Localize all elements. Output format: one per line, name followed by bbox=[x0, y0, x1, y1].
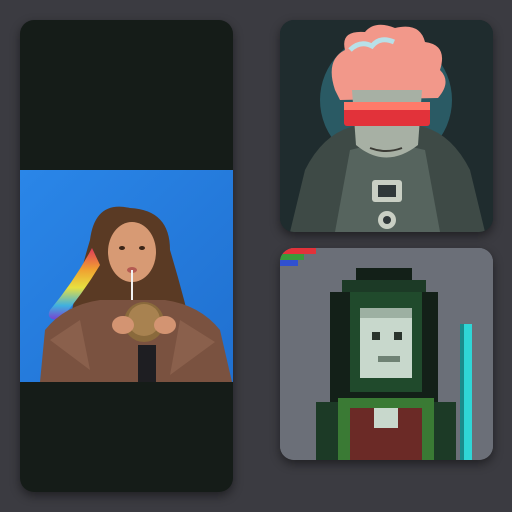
woman-drinking-coconut-photo bbox=[20, 170, 233, 382]
gallery-page bbox=[0, 0, 512, 512]
hooded-pixel-character bbox=[280, 248, 493, 460]
photo-card[interactable] bbox=[20, 20, 233, 492]
pixel-art-card[interactable] bbox=[280, 248, 493, 460]
illustration-card[interactable] bbox=[280, 20, 493, 232]
photo-image bbox=[20, 170, 233, 382]
red-visor-character-illustration bbox=[280, 20, 493, 232]
